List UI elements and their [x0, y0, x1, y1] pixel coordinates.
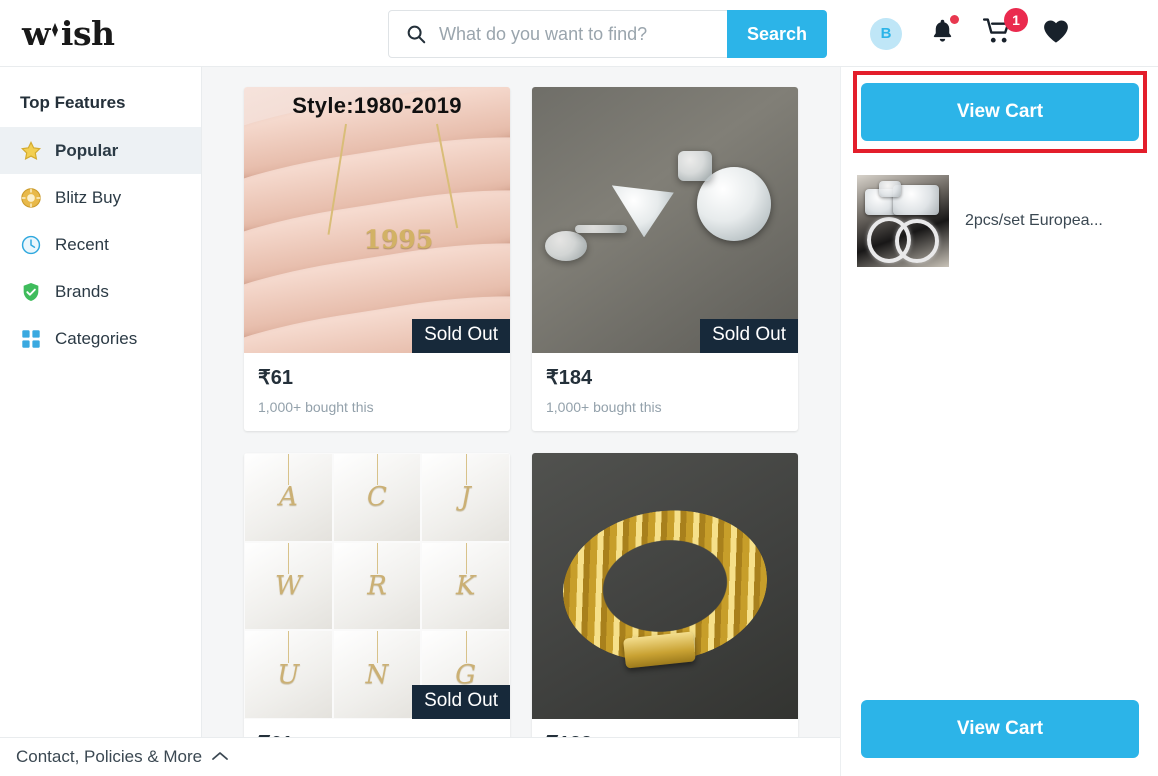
footer-label: Contact, Policies & More [16, 747, 203, 766]
cart-list-item[interactable]: 2pcs/set Europea... [857, 175, 1143, 267]
sparkle-icon [47, 9, 63, 48]
view-cart-button-top[interactable]: View Cart [861, 83, 1139, 141]
site-header: w ish Search B [0, 0, 1158, 67]
clock-icon [20, 234, 42, 256]
notification-unread-dot [950, 15, 959, 24]
sidebar-title: Top Features [20, 93, 126, 112]
grid-icon [20, 328, 42, 350]
gold-bracelet-photo [532, 453, 798, 719]
product-info: ₹61 1,000+ bought this [244, 353, 510, 431]
product-image[interactable]: A C J W R K U N G Sold Out [244, 453, 510, 719]
avatar[interactable]: B [870, 17, 902, 50]
sold-out-badge: Sold Out [412, 685, 510, 719]
search-bar[interactable] [388, 10, 728, 58]
letter-cell: C [367, 482, 387, 513]
letter-cell: K [455, 570, 476, 601]
product-info: ₹184 1,000+ bought this [532, 353, 798, 431]
product-card[interactable]: A C J W R K U N G Sold Out [244, 453, 510, 776]
sidebar-item-recent[interactable]: Recent [0, 221, 201, 268]
wish-logo[interactable]: w ish [22, 14, 212, 53]
sold-out-badge: Sold Out [700, 319, 798, 353]
wish-app-window: w ish Search B [0, 0, 1158, 776]
left-sidebar: Top Features Popular Blitz Buy Recent Br… [0, 67, 202, 737]
sidebar-item-brands[interactable]: Brands [0, 268, 201, 315]
blitz-coin-icon [20, 187, 42, 209]
sidebar-item-label: Blitz Buy [55, 187, 122, 207]
cart-count-badge: 1 [1004, 8, 1028, 32]
sidebar-item-blitz-buy[interactable]: Blitz Buy [0, 174, 201, 221]
search-input[interactable] [439, 23, 699, 45]
product-card[interactable]: ₹122 5,000+ bought this [532, 453, 798, 776]
letter-cell: N [365, 659, 389, 690]
letter-cell: J [460, 482, 471, 513]
search-icon [405, 23, 427, 45]
product-card[interactable]: 1995 Style:1980-2019 Sold Out ₹61 1,000+… [244, 87, 510, 431]
product-image[interactable]: Sold Out [532, 87, 798, 353]
shield-check-icon [20, 281, 42, 303]
necklace-photo: 1995 [244, 87, 510, 353]
cart-button[interactable]: 1 [982, 8, 1028, 50]
product-grid: 1995 Style:1980-2019 Sold Out ₹61 1,000+… [244, 87, 840, 776]
product-price: ₹184 [546, 367, 593, 389]
letter-cell: A [278, 482, 298, 513]
footer-contact-policies[interactable]: Contact, Policies & More [0, 737, 840, 776]
letter-cell: U [277, 659, 300, 690]
product-image[interactable] [532, 453, 798, 719]
header-icon-group: B 1 [870, 0, 1070, 67]
cart-item-title: 2pcs/set Europea... [965, 211, 1103, 229]
letter-cell: R [367, 570, 387, 601]
cart-side-panel: View Cart 2pcs/set Europea... View Cart [840, 67, 1158, 776]
view-cart-button-bottom[interactable]: View Cart [861, 700, 1139, 758]
product-price: ₹61 [258, 367, 293, 389]
sidebar-item-categories[interactable]: Categories [0, 315, 201, 362]
sidebar-item-popular[interactable]: Popular [0, 127, 201, 174]
sidebar-item-label: Brands [55, 281, 109, 301]
product-grid-area: 1995 Style:1980-2019 Sold Out ₹61 1,000+… [202, 67, 840, 776]
diamond-earrings-photo [532, 87, 798, 353]
product-image[interactable]: 1995 Style:1980-2019 Sold Out [244, 87, 510, 353]
search-button[interactable]: Search [727, 10, 827, 58]
star-icon [20, 140, 42, 162]
initial-necklaces-photo: A C J W R K U N G [244, 453, 510, 719]
notifications-button[interactable] [929, 15, 959, 50]
product-bought-count: 1,000+ bought this [546, 399, 662, 415]
sidebar-item-label: Recent [55, 234, 109, 254]
cart-item-thumbnail [857, 175, 949, 267]
sidebar-item-label: Categories [55, 328, 138, 348]
image-overlay-title: Style:1980-2019 [292, 93, 462, 118]
wishlist-button[interactable] [1042, 18, 1070, 49]
heart-icon [1042, 18, 1070, 49]
logo-text-ish: ish [60, 13, 115, 53]
sidebar-item-label: Popular [55, 140, 119, 160]
chevron-up-icon [211, 747, 229, 767]
product-card[interactable]: Sold Out ₹184 1,000+ bought this [532, 87, 798, 431]
letter-cell: W [274, 570, 302, 601]
sold-out-badge: Sold Out [412, 319, 510, 353]
logo-text-w: w [22, 13, 50, 53]
product-bought-count: 1,000+ bought this [258, 399, 374, 415]
